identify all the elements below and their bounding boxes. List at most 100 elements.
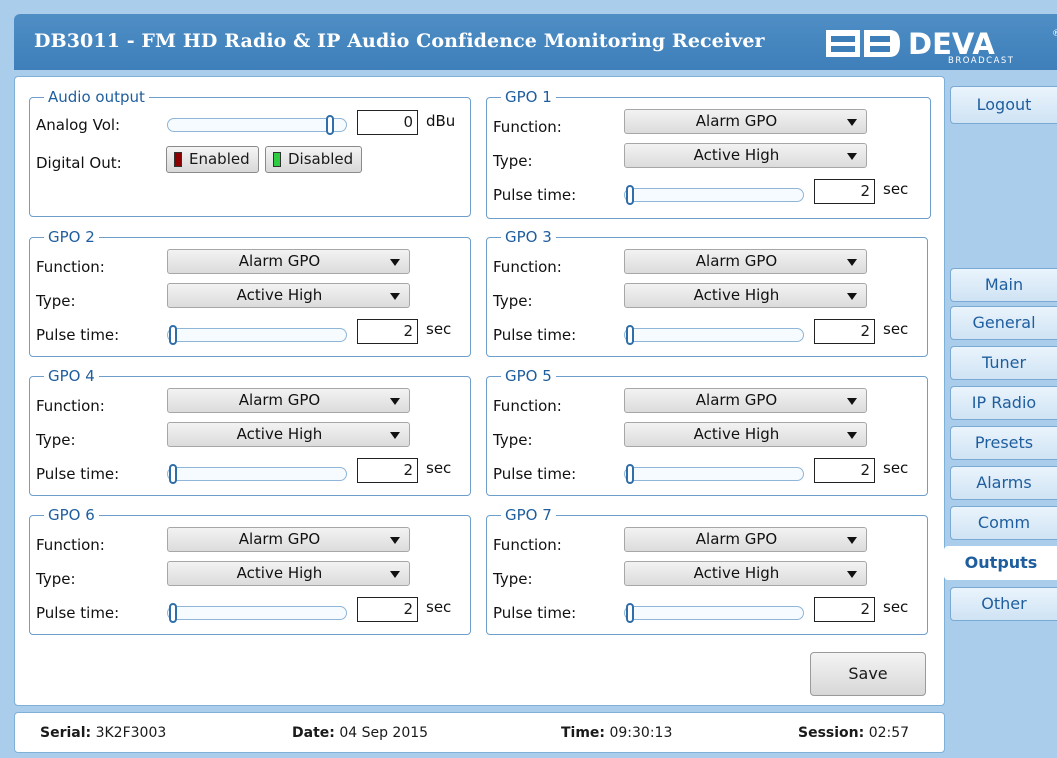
gpo-4-pulse-slider[interactable] <box>167 464 347 484</box>
gpo-3-type-label: Type: <box>493 292 533 310</box>
gpo-1-pulse-input[interactable]: 2 <box>814 179 875 204</box>
gpo-1-function-select[interactable]: Alarm GPO <box>624 109 867 134</box>
gpo-6-pulse-unit: sec <box>426 598 452 616</box>
gpo-2-pulse-input[interactable]: 2 <box>357 319 418 344</box>
gpo-7-function-select[interactable]: Alarm GPO <box>624 527 867 552</box>
analog-vol-unit: dBu <box>426 112 456 130</box>
analog-vol-slider[interactable] <box>167 115 347 135</box>
outputs-panel: Audio output Analog Vol: 0 dBu Digital O… <box>14 76 945 706</box>
gpo-3-pulse-slider-knob[interactable] <box>626 325 634 345</box>
enabled-led-icon <box>174 152 182 167</box>
gpo-2-legend: GPO 2 <box>44 228 99 246</box>
gpo-5-type-label: Type: <box>493 431 533 449</box>
gpo-6-pulse-slider[interactable] <box>167 603 347 623</box>
analog-vol-label: Analog Vol: <box>36 116 121 134</box>
gpo-3-function-select[interactable]: Alarm GPO <box>624 249 867 274</box>
tab-comm[interactable]: Comm <box>950 506 1057 540</box>
gpo-3-group: GPO 3 Function: Alarm GPO Type: Active H… <box>486 228 928 357</box>
gpo-2-function-label: Function: <box>36 258 105 276</box>
chevron-down-icon <box>390 398 400 405</box>
analog-vol-slider-knob[interactable] <box>326 115 334 135</box>
gpo-3-pulse-slider[interactable] <box>624 325 804 345</box>
gpo-2-pulse-unit: sec <box>426 320 452 338</box>
gpo-7-pulse-slider[interactable] <box>624 603 804 623</box>
gpo-4-group: GPO 4 Function: Alarm GPO Type: Active H… <box>29 367 471 496</box>
chevron-down-icon <box>847 398 857 405</box>
tab-tuner[interactable]: Tuner <box>950 346 1057 380</box>
gpo-6-type-select[interactable]: Active High <box>167 561 410 586</box>
tab-general[interactable]: General <box>950 306 1057 340</box>
chevron-down-icon <box>390 571 400 578</box>
gpo-2-pulse-slider-knob[interactable] <box>169 325 177 345</box>
analog-vol-input[interactable]: 0 <box>357 110 418 135</box>
time-info: Time: 09:30:13 <box>561 725 673 741</box>
gpo-6-pulse-label: Pulse time: <box>36 604 120 622</box>
gpo-3-legend: GPO 3 <box>501 228 556 246</box>
chevron-down-icon <box>390 293 400 300</box>
digital-out-enabled-button[interactable]: Enabled <box>166 146 259 173</box>
gpo-5-function-select[interactable]: Alarm GPO <box>624 388 867 413</box>
gpo-6-type-label: Type: <box>36 570 76 588</box>
app-header: DB3011 - FM HD Radio & IP Audio Confiden… <box>14 14 1057 70</box>
gpo-4-type-label: Type: <box>36 431 76 449</box>
gpo-7-pulse-input[interactable]: 2 <box>814 597 875 622</box>
gpo-4-legend: GPO 4 <box>44 367 99 385</box>
logo-subtext: BROADCAST <box>948 56 1014 64</box>
chevron-down-icon <box>390 537 400 544</box>
logout-button[interactable]: Logout <box>950 86 1057 124</box>
gpo-5-type-select[interactable]: Active High <box>624 422 867 447</box>
gpo-7-pulse-label: Pulse time: <box>493 604 577 622</box>
status-bar: Serial: 3K2F3003 Date: 04 Sep 2015 Time:… <box>14 712 945 753</box>
tab-main[interactable]: Main <box>950 268 1057 302</box>
gpo-7-pulse-unit: sec <box>883 598 909 616</box>
gpo-3-pulse-input[interactable]: 2 <box>814 319 875 344</box>
gpo-4-type-select[interactable]: Active High <box>167 422 410 447</box>
gpo-4-pulse-unit: sec <box>426 459 452 477</box>
gpo-4-pulse-slider-knob[interactable] <box>169 464 177 484</box>
chevron-down-icon <box>847 293 857 300</box>
gpo-5-pulse-slider[interactable] <box>624 464 804 484</box>
tab-outputs[interactable]: Outputs <box>944 546 1057 580</box>
gpo-3-type-select[interactable]: Active High <box>624 283 867 308</box>
digital-out-disabled-button[interactable]: Disabled <box>265 146 363 173</box>
gpo-4-pulse-input[interactable]: 2 <box>357 458 418 483</box>
gpo-4-function-select[interactable]: Alarm GPO <box>167 388 410 413</box>
gpo-1-pulse-slider-knob[interactable] <box>626 185 634 205</box>
gpo-2-pulse-slider[interactable] <box>167 325 347 345</box>
tab-other[interactable]: Other <box>950 587 1057 621</box>
gpo-7-function-label: Function: <box>493 536 562 554</box>
gpo-5-pulse-input[interactable]: 2 <box>814 458 875 483</box>
gpo-3-function-label: Function: <box>493 258 562 276</box>
gpo-2-type-select[interactable]: Active High <box>167 283 410 308</box>
tab-presets[interactable]: Presets <box>950 426 1057 460</box>
gpo-7-type-select[interactable]: Active High <box>624 561 867 586</box>
app-title: DB3011 - FM HD Radio & IP Audio Confiden… <box>34 30 765 52</box>
chevron-down-icon <box>847 537 857 544</box>
gpo-6-pulse-input[interactable]: 2 <box>357 597 418 622</box>
chevron-down-icon <box>847 432 857 439</box>
gpo-2-group: GPO 2 Function: Alarm GPO Type: Active H… <box>29 228 471 357</box>
gpo-5-function-label: Function: <box>493 397 562 415</box>
digital-out-label: Digital Out: <box>36 154 122 172</box>
gpo-2-type-label: Type: <box>36 292 76 310</box>
gpo-5-pulse-slider-knob[interactable] <box>626 464 634 484</box>
gpo-2-pulse-label: Pulse time: <box>36 326 120 344</box>
gpo-1-type-select[interactable]: Active High <box>624 143 867 168</box>
gpo-1-type-label: Type: <box>493 152 533 170</box>
gpo-6-function-select[interactable]: Alarm GPO <box>167 527 410 552</box>
gpo-2-function-select[interactable]: Alarm GPO <box>167 249 410 274</box>
gpo-3-pulse-label: Pulse time: <box>493 326 577 344</box>
gpo-6-group: GPO 6 Function: Alarm GPO Type: Active H… <box>29 506 471 635</box>
tab-ip-radio[interactable]: IP Radio <box>950 386 1057 420</box>
session-info: Session: 02:57 <box>798 725 910 741</box>
save-button[interactable]: Save <box>810 652 926 696</box>
gpo-5-group: GPO 5 Function: Alarm GPO Type: Active H… <box>486 367 928 496</box>
tab-alarms[interactable]: Alarms <box>950 466 1057 500</box>
gpo-6-pulse-slider-knob[interactable] <box>169 603 177 623</box>
gpo-1-pulse-slider[interactable] <box>624 185 804 205</box>
enabled-label: Enabled <box>189 150 250 168</box>
chevron-down-icon <box>847 153 857 160</box>
audio-output-group: Audio output Analog Vol: 0 dBu Digital O… <box>29 88 471 217</box>
serial-info: Serial: 3K2F3003 <box>40 725 167 741</box>
gpo-7-pulse-slider-knob[interactable] <box>626 603 634 623</box>
